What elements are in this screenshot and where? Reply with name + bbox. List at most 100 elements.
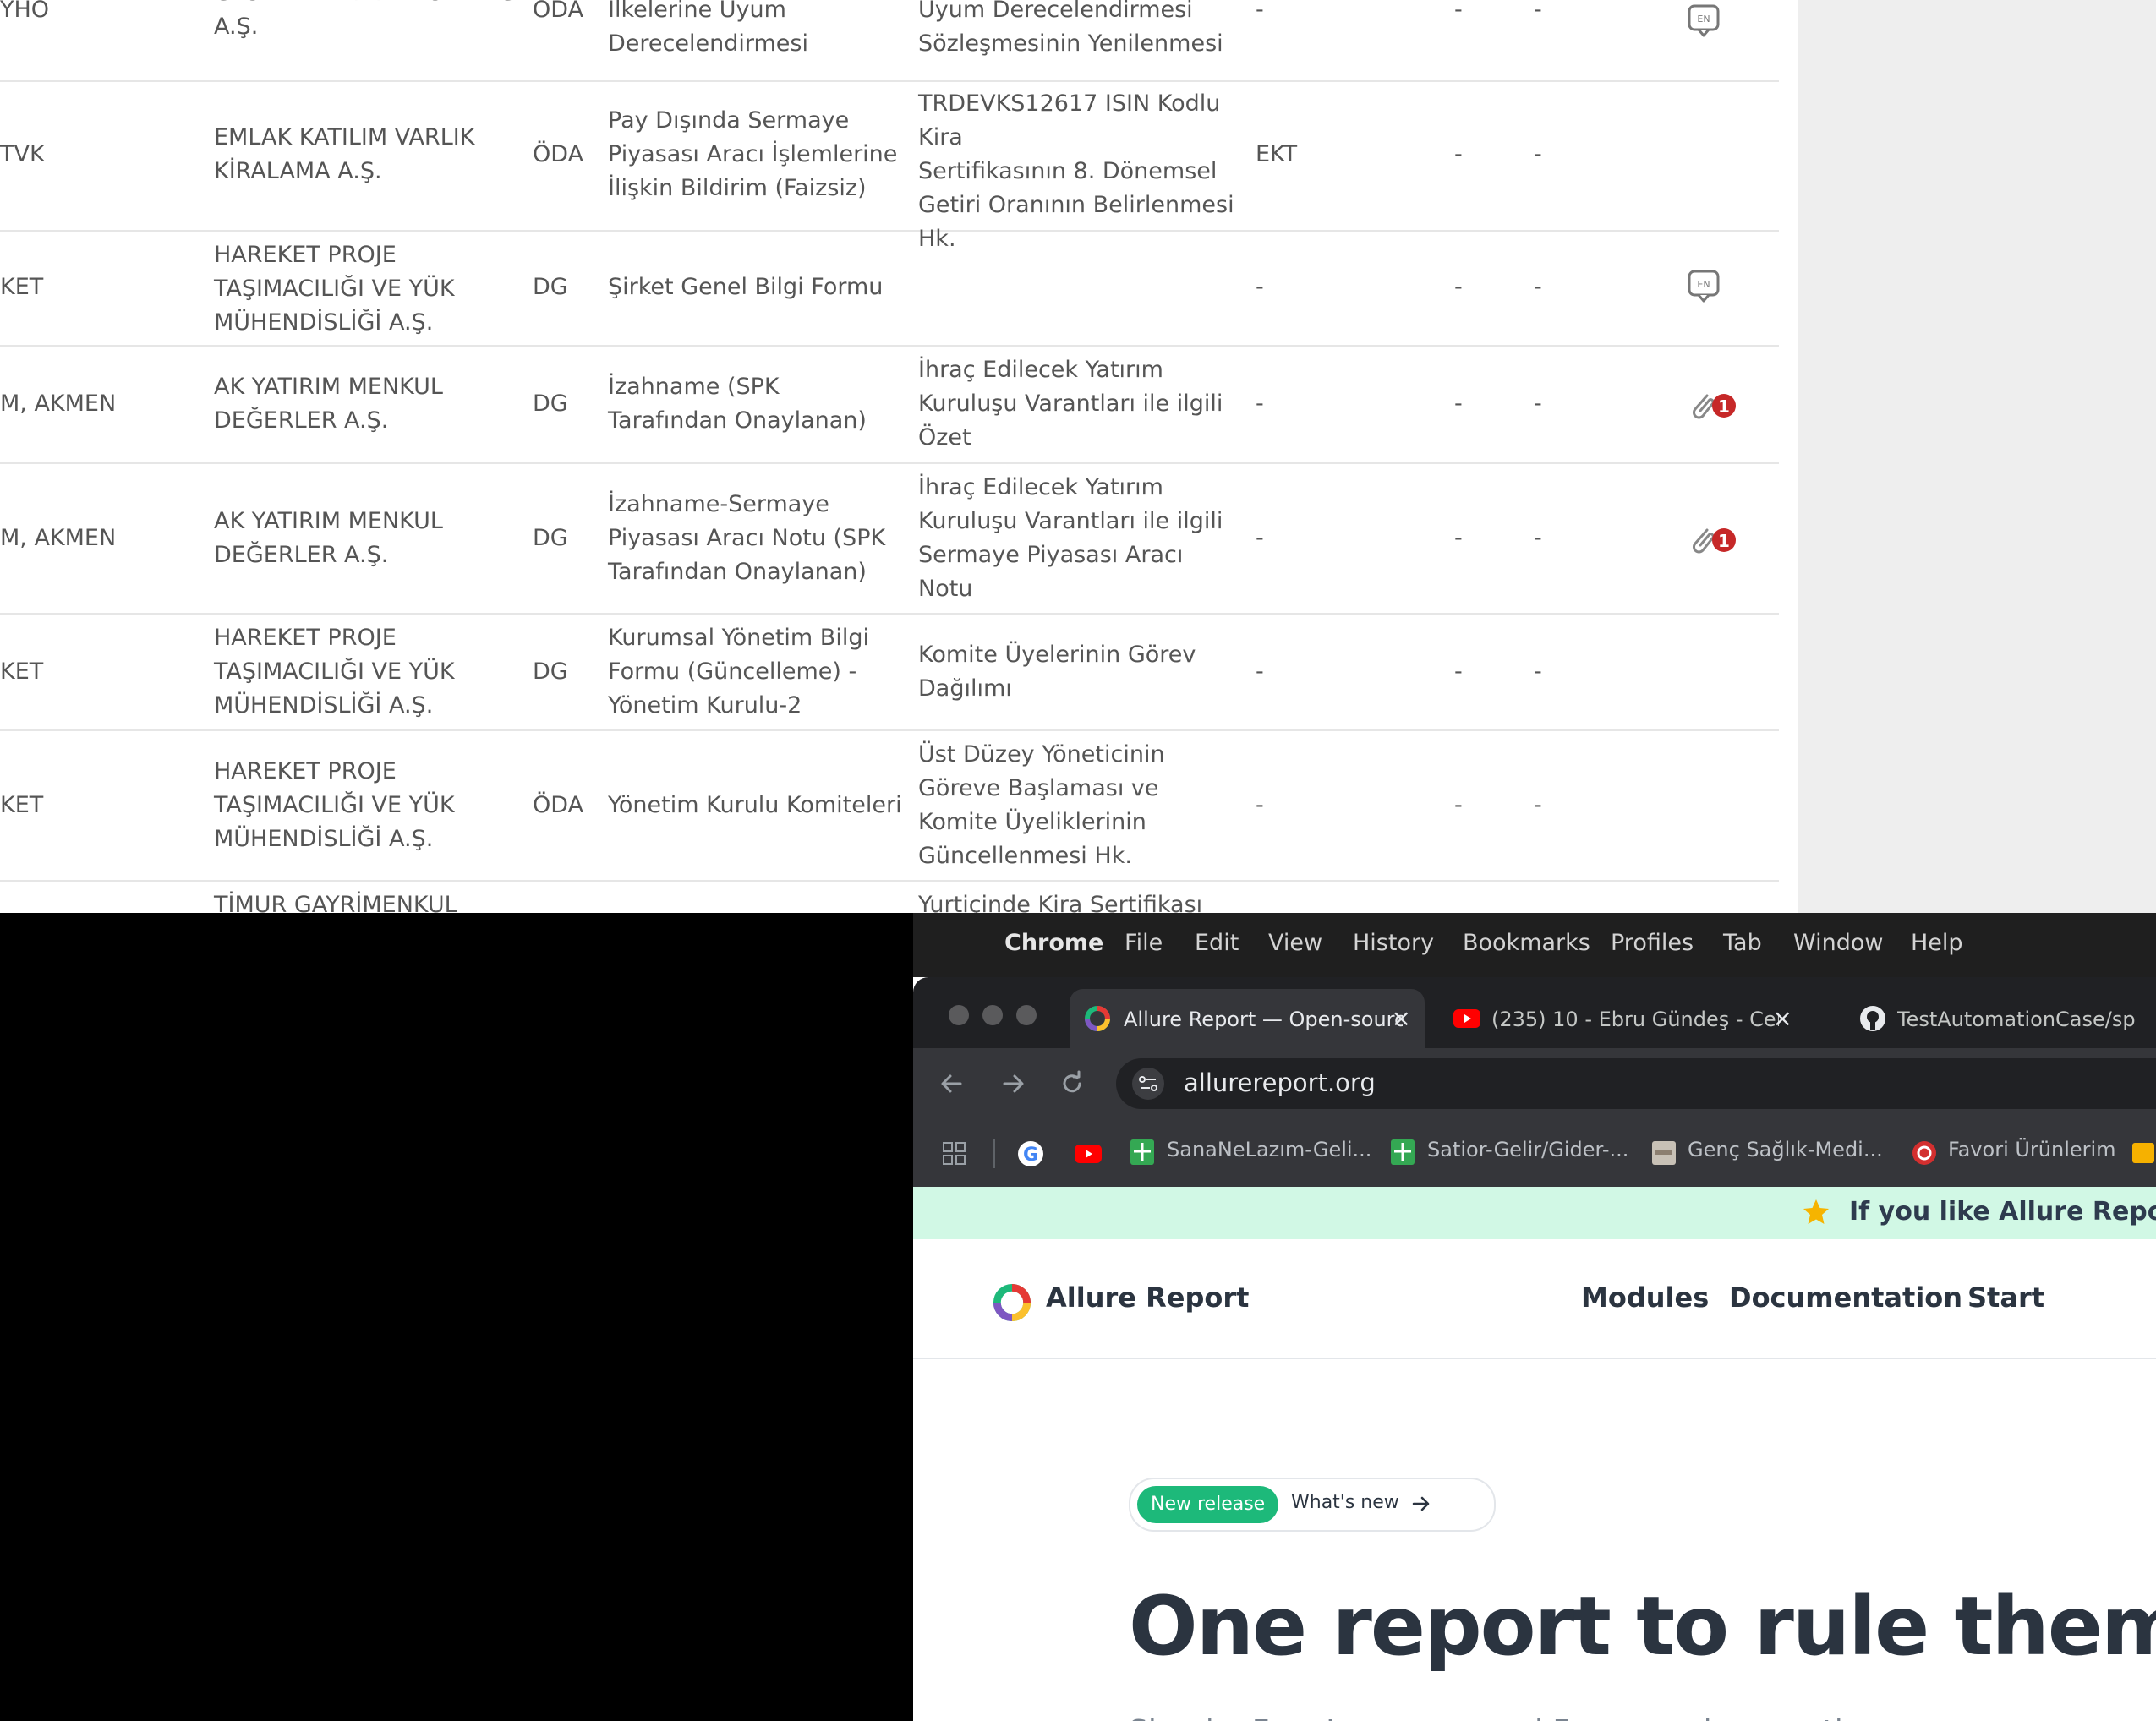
bookmark-item[interactable]: Genç Sağlık-Medi...	[1688, 1138, 1883, 1161]
bookmarks-bar: G SanaNeLazım-Geli... Satior-Gelir/Gider…	[913, 1119, 2156, 1187]
disclosure-summary: Uyum Derecelendirmesi Sözleşmesinin Yeni…	[918, 0, 1223, 57]
tab-title: TestAutomationCase/sp	[1897, 1008, 2136, 1031]
forward-arrow-icon[interactable]	[998, 1068, 1028, 1102]
close-icon[interactable]: ×	[1392, 1004, 1411, 1032]
table-row[interactable]: KET HAREKET PROJE TAŞIMACILIĞI VE YÜK MÜ…	[0, 230, 1779, 347]
date-cell: -	[1454, 658, 1463, 685]
disclosure-subject[interactable]: Pay Dışında Sermaye Piyasası Aracı İşlem…	[608, 104, 929, 205]
table-row[interactable]: YHO GLOBAL YATIRIM HOLDİNG A.Ş. ÖDA İlke…	[0, 0, 1779, 82]
tab-title: (235) 10 - Ebru Gündeş - Cen	[1491, 1008, 1779, 1031]
chrome-window: Allure Report — Open-source × (235) 10 -…	[913, 977, 2156, 1721]
site-header: Allure Report Modules Documentation Star…	[913, 1239, 2156, 1359]
disclosure-subject[interactable]: Kurumsal Yönetim Bilgi Formu (Güncelleme…	[608, 621, 929, 723]
date-cell: -	[1454, 391, 1463, 417]
minimize-window-button[interactable]	[982, 1005, 1003, 1025]
tab-title: Allure Report — Open-source	[1124, 1008, 1403, 1031]
zoom-window-button[interactable]	[1016, 1005, 1037, 1025]
disclosure-subject[interactable]: İzahname-Sermaye Piyasası Aracı Notu (SP…	[608, 488, 929, 589]
sheets-icon	[1129, 1138, 1156, 1170]
bookmark-item[interactable]: Satior-Gelir/Gider-...	[1427, 1138, 1628, 1161]
back-arrow-icon[interactable]	[937, 1068, 967, 1102]
en-language-icon[interactable]: EN	[1687, 269, 1722, 308]
tab-github[interactable]: TestAutomationCase/sp	[1843, 989, 2156, 1048]
whats-new-link[interactable]: What's new	[1291, 1492, 1399, 1513]
disclosure-summary: Üst Düzey Yöneticinin Göreve Başlaması v…	[918, 741, 1165, 869]
company-name[interactable]: GLOBAL YATIRIM HOLDİNG A.Ş.	[214, 0, 527, 44]
stock-code: YHO	[0, 0, 50, 23]
company-name[interactable]: HAREKET PROJE TAŞIMACILIĞI VE YÜK MÜHEND…	[214, 755, 527, 856]
date-cell: -	[1534, 141, 1542, 167]
allure-logo-icon[interactable]	[991, 1281, 1033, 1327]
disclosure-subject[interactable]: İzahname (SPK Tarafından Onaylanan)	[608, 370, 929, 438]
date-cell: -	[1454, 525, 1463, 551]
mac-desktop: Chrome File Edit View History Bookmarks …	[913, 913, 2156, 1721]
menu-app-chrome[interactable]: Chrome	[1004, 930, 1103, 956]
bookmark-divider	[993, 1139, 995, 1168]
en-language-icon[interactable]: EN	[1687, 3, 1722, 42]
tab-allure-report[interactable]: Allure Report — Open-source ×	[1070, 989, 1425, 1048]
menu-edit[interactable]: Edit	[1195, 930, 1239, 956]
nav-documentation[interactable]: Documentation	[1729, 1281, 1962, 1314]
tab-youtube[interactable]: (235) 10 - Ebru Gündeş - Cen ×	[1437, 989, 1826, 1048]
menu-history[interactable]: History	[1353, 930, 1434, 956]
stock-code: KET	[0, 658, 44, 685]
menu-bookmarks[interactable]: Bookmarks	[1463, 930, 1590, 956]
table-row[interactable]: KET HAREKET PROJE TAŞIMACILIĞI VE YÜK MÜ…	[0, 729, 1779, 882]
svg-text:G: G	[1023, 1145, 1038, 1166]
table-row[interactable]: M, AKMEN AK YATIRIM MENKUL DEĞERLER A.Ş.…	[0, 345, 1779, 464]
attachment-count: 1	[1718, 531, 1730, 551]
menu-window[interactable]: Window	[1793, 930, 1883, 956]
svg-text:EN: EN	[1697, 14, 1710, 25]
apps-grid-icon[interactable]	[942, 1141, 967, 1170]
disclosure-type: DG	[533, 274, 568, 300]
company-name[interactable]: EMLAK KATILIM VARLIK KİRALAMA A.Ş.	[214, 121, 527, 188]
disclosure-subject[interactable]: İlkelerine Uyum Derecelendirmesi	[608, 0, 929, 61]
company-name[interactable]: AK YATIRIM MENKUL DEĞERLER A.Ş.	[214, 370, 527, 438]
company-name[interactable]: TİMUR GAYRİMENKUL	[214, 888, 527, 913]
bookmark-item[interactable]: SanaNeLazım-Geli...	[1167, 1138, 1371, 1161]
company-name[interactable]: AK YATIRIM MENKUL DEĞERLER A.Ş.	[214, 505, 527, 572]
hero-title: One report to rule them all	[1129, 1579, 2156, 1674]
stock-code: KET	[0, 792, 44, 818]
table-row[interactable]: M, AKMEN AK YATIRIM MENKUL DEĞERLER A.Ş.…	[0, 462, 1779, 615]
brand-name[interactable]: Allure Report	[1046, 1281, 1249, 1314]
close-icon[interactable]: ×	[1773, 1004, 1792, 1032]
site-settings-icon[interactable]	[1131, 1067, 1165, 1104]
attachment-icon[interactable]: 1	[1687, 387, 1741, 428]
google-icon[interactable]: G	[1016, 1139, 1045, 1172]
menu-help[interactable]: Help	[1911, 930, 1963, 956]
menu-file[interactable]: File	[1125, 930, 1163, 956]
promo-banner[interactable]: If you like Allure Report, g	[913, 1187, 2156, 1239]
hero-subtitle: Simple. Fun. Language and Framework agno…	[1129, 1714, 1869, 1721]
disclosure-subject[interactable]: Şirket Genel Bilgi Formu	[608, 270, 929, 304]
company-name[interactable]: HAREKET PROJE TAŞIMACILIĞI VE YÜK MÜHEND…	[214, 238, 527, 340]
menu-tab[interactable]: Tab	[1723, 930, 1762, 956]
table-row[interactable]: TİMUR GAYRİMENKUL Yurtiçinde Kira Sertif…	[0, 880, 1779, 913]
menu-view[interactable]: View	[1268, 930, 1322, 956]
nav-modules[interactable]: Modules	[1581, 1281, 1709, 1314]
browser-toolbar: allurereport.org	[913, 1048, 2156, 1119]
company-name[interactable]: HAREKET PROJE TAŞIMACILIĞI VE YÜK MÜHEND…	[214, 621, 527, 723]
table-row[interactable]: KET HAREKET PROJE TAŞIMACILIĞI VE YÜK MÜ…	[0, 613, 1779, 731]
folder-icon[interactable]	[2131, 1139, 2156, 1170]
related-cell: -	[1256, 391, 1264, 417]
menu-profiles[interactable]: Profiles	[1611, 930, 1694, 956]
table-row[interactable]: TVK EMLAK KATILIM VARLIK KİRALAMA A.Ş. Ö…	[0, 80, 1779, 252]
favorites-icon	[1911, 1139, 1938, 1170]
close-window-button[interactable]	[949, 1005, 969, 1025]
date-cell: -	[1534, 274, 1542, 300]
disclosure-subject[interactable]: Yönetim Kurulu Komiteleri	[608, 789, 929, 822]
url-text[interactable]: allurereport.org	[1184, 1068, 1376, 1097]
date-cell: -	[1454, 274, 1463, 300]
related-cell[interactable]: EKT	[1256, 138, 1306, 172]
youtube-icon[interactable]	[1074, 1143, 1103, 1168]
address-bar[interactable]: allurereport.org	[1116, 1058, 2156, 1109]
attachment-icon[interactable]: 1	[1687, 522, 1741, 562]
allure-logo-icon	[1083, 1004, 1112, 1038]
bookmark-item[interactable]: Favori Ürünlerim	[1948, 1138, 2116, 1161]
reload-icon[interactable]	[1057, 1068, 1087, 1102]
release-pill[interactable]: New release What's new	[1129, 1478, 1496, 1532]
disclosure-type: ÖDA	[533, 0, 584, 23]
nav-start[interactable]: Start	[1967, 1281, 2044, 1314]
svg-text:EN: EN	[1697, 279, 1710, 290]
